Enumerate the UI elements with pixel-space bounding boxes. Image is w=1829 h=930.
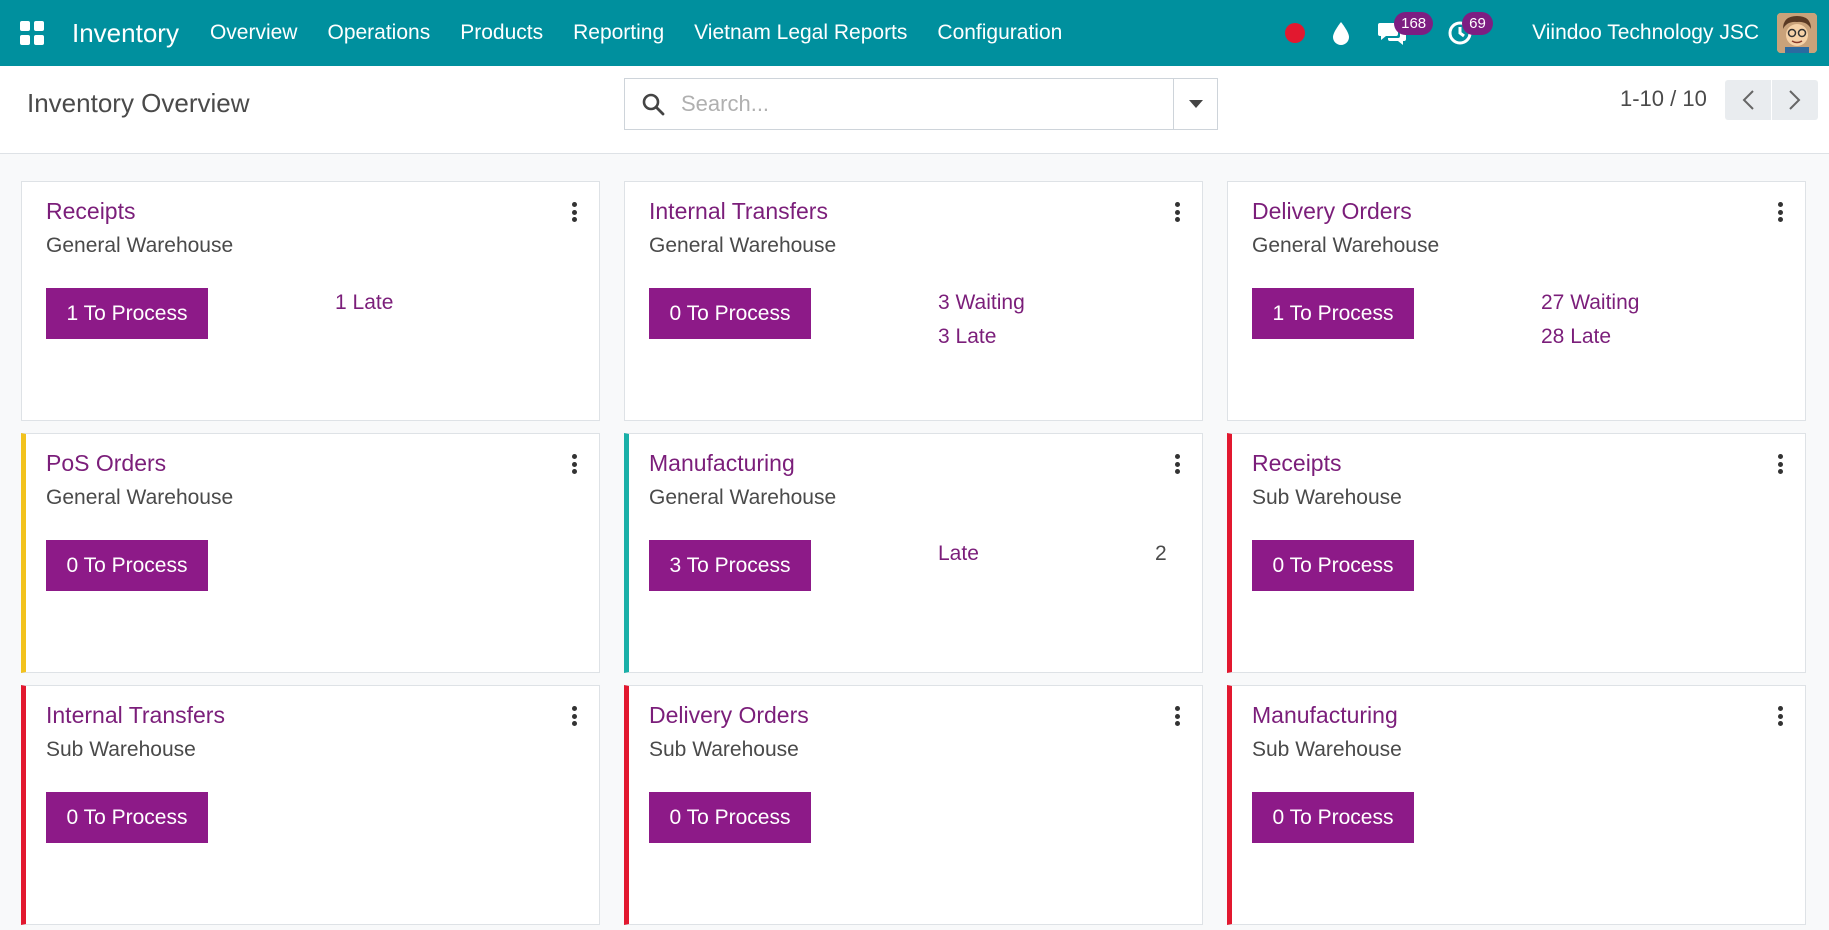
app-brand[interactable]: Inventory: [72, 18, 179, 49]
card-warehouse: General Warehouse: [1252, 234, 1440, 257]
control-panel: Inventory Overview 1-10 / 10: [0, 66, 1829, 154]
late-link[interactable]: 3 Late: [938, 325, 996, 349]
card-warehouse: Sub Warehouse: [46, 738, 196, 761]
late-count: 2: [1155, 542, 1167, 565]
messages-count-badge: 168: [1394, 12, 1434, 35]
pager-value[interactable]: 1-10 / 10: [1620, 86, 1707, 112]
late-link[interactable]: 28 Late: [1541, 325, 1611, 349]
kebab-menu-icon[interactable]: [1170, 704, 1184, 728]
waiting-link[interactable]: 3 Waiting: [938, 291, 1025, 315]
droplet-icon[interactable]: [1318, 0, 1364, 66]
kebab-menu-icon[interactable]: [1773, 452, 1787, 476]
to-process-button[interactable]: 0 To Process: [1252, 540, 1414, 591]
recording-icon[interactable]: [1272, 0, 1318, 66]
to-process-button[interactable]: 0 To Process: [1252, 792, 1414, 843]
operation-type-card: Internal Transfers General Warehouse 0 T…: [624, 181, 1203, 421]
chevron-left-icon: [1742, 90, 1754, 110]
activities-count-badge: 69: [1462, 12, 1493, 35]
operation-type-card: PoS Orders General Warehouse 0 To Proces…: [21, 433, 600, 673]
menu-overview[interactable]: Overview: [195, 21, 313, 45]
search-input[interactable]: [681, 80, 1173, 128]
messages-icon[interactable]: 168: [1364, 0, 1434, 66]
to-process-button[interactable]: 1 To Process: [46, 288, 208, 339]
pager-next-button[interactable]: [1772, 80, 1818, 120]
kebab-menu-icon[interactable]: [1773, 704, 1787, 728]
search-bar: [624, 78, 1218, 130]
to-process-button[interactable]: 0 To Process: [649, 792, 811, 843]
card-title[interactable]: Receipts: [46, 198, 135, 225]
operation-type-card: Delivery Orders General Warehouse 1 To P…: [1227, 181, 1806, 421]
navbar-systray: 168 69 Viindoo Technology JSC: [1272, 0, 1829, 66]
menu-products[interactable]: Products: [445, 21, 558, 45]
operation-type-card: Receipts Sub Warehouse 0 To Process: [1227, 433, 1806, 673]
waiting-link[interactable]: 27 Waiting: [1541, 291, 1639, 315]
card-title[interactable]: Internal Transfers: [649, 198, 828, 225]
late-link[interactable]: Late: [938, 542, 979, 566]
kebab-menu-icon[interactable]: [1170, 452, 1184, 476]
menu-operations[interactable]: Operations: [312, 21, 445, 45]
caret-down-icon: [1188, 100, 1203, 108]
kebab-menu-icon[interactable]: [1170, 200, 1184, 224]
to-process-button[interactable]: 0 To Process: [46, 792, 208, 843]
menu-configuration[interactable]: Configuration: [922, 21, 1077, 45]
pager-previous-button[interactable]: [1725, 80, 1771, 120]
card-warehouse: General Warehouse: [649, 234, 837, 257]
top-navbar: Inventory Overview Operations Products R…: [0, 0, 1829, 66]
to-process-button[interactable]: 3 To Process: [649, 540, 811, 591]
activities-clock-icon[interactable]: 69: [1434, 0, 1496, 66]
operation-type-card: Receipts General Warehouse 1 To Process …: [21, 181, 600, 421]
card-title[interactable]: Manufacturing: [649, 450, 795, 477]
card-warehouse: Sub Warehouse: [649, 738, 799, 761]
card-warehouse: Sub Warehouse: [1252, 738, 1402, 761]
kanban-view: Receipts General Warehouse 1 To Process …: [21, 181, 1807, 925]
card-title[interactable]: Delivery Orders: [1252, 198, 1412, 225]
search-options-toggle[interactable]: [1173, 79, 1217, 129]
card-warehouse: General Warehouse: [46, 234, 234, 257]
card-warehouse: General Warehouse: [46, 486, 234, 509]
kebab-menu-icon[interactable]: [567, 704, 581, 728]
card-title[interactable]: Manufacturing: [1252, 702, 1398, 729]
operation-type-card: Manufacturing Sub Warehouse 0 To Process: [1227, 685, 1806, 925]
to-process-button[interactable]: 1 To Process: [1252, 288, 1414, 339]
apps-menu-icon[interactable]: [0, 0, 64, 66]
kebab-menu-icon[interactable]: [1773, 200, 1787, 224]
menu-vietnam-legal-reports[interactable]: Vietnam Legal Reports: [679, 21, 922, 45]
to-process-button[interactable]: 0 To Process: [649, 288, 811, 339]
page-title: Inventory Overview: [27, 88, 250, 118]
user-avatar[interactable]: [1777, 13, 1817, 53]
card-warehouse: General Warehouse: [649, 486, 837, 509]
operation-type-card: Delivery Orders Sub Warehouse 0 To Proce…: [624, 685, 1203, 925]
card-title[interactable]: PoS Orders: [46, 450, 166, 477]
operation-type-card: Internal Transfers Sub Warehouse 0 To Pr…: [21, 685, 600, 925]
main-menu: Overview Operations Products Reporting V…: [195, 21, 1077, 45]
card-warehouse: Sub Warehouse: [1252, 486, 1402, 509]
late-link[interactable]: 1 Late: [335, 291, 393, 315]
chevron-right-icon: [1789, 90, 1801, 110]
company-switcher[interactable]: Viindoo Technology JSC: [1532, 21, 1759, 45]
search-icon: [625, 79, 681, 129]
card-title[interactable]: Internal Transfers: [46, 702, 225, 729]
menu-reporting[interactable]: Reporting: [558, 21, 679, 45]
card-title[interactable]: Delivery Orders: [649, 702, 809, 729]
kebab-menu-icon[interactable]: [567, 200, 581, 224]
to-process-button[interactable]: 0 To Process: [46, 540, 208, 591]
kebab-menu-icon[interactable]: [567, 452, 581, 476]
operation-type-card: Manufacturing General Warehouse 3 To Pro…: [624, 433, 1203, 673]
card-title[interactable]: Receipts: [1252, 450, 1341, 477]
